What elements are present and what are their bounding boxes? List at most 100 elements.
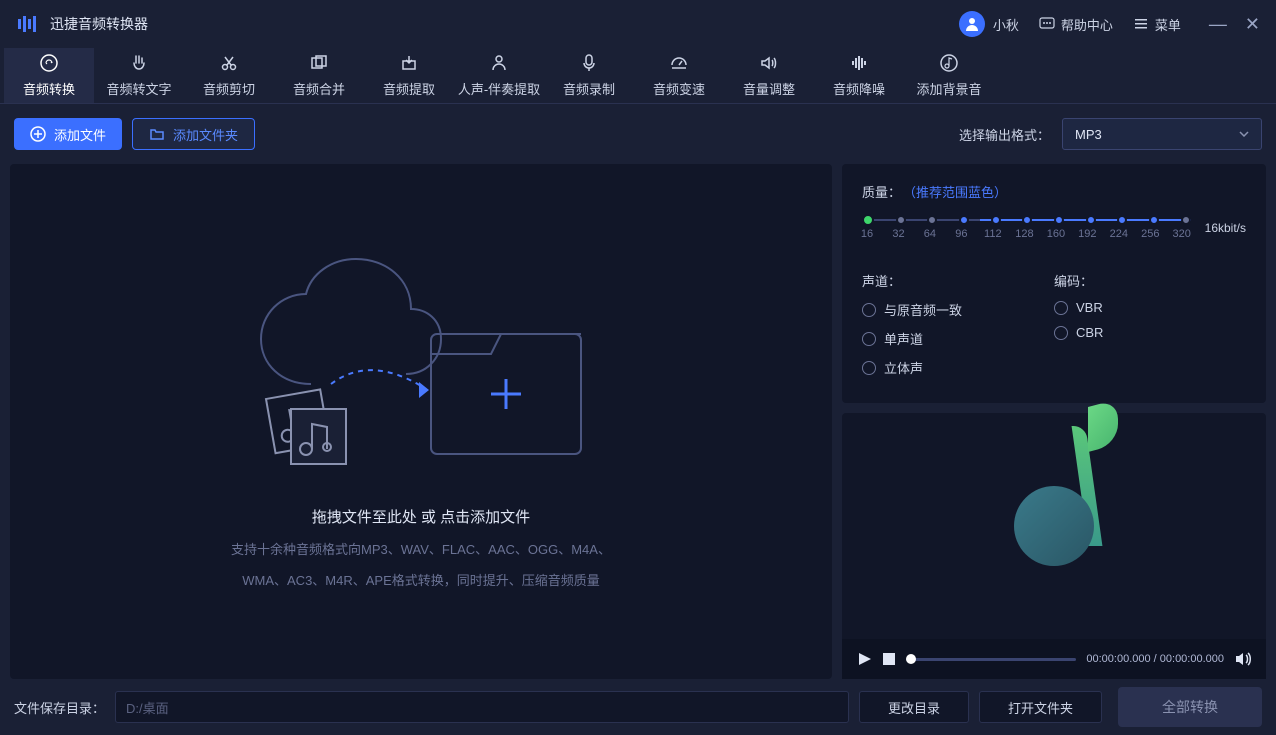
tab-label: 音频剪切	[203, 79, 255, 98]
titlebar-left: 迅捷音频转换器	[16, 13, 148, 35]
channel-title: 声道：	[862, 271, 1054, 290]
radio-channel-mono[interactable]: 单声道	[862, 329, 1054, 348]
drop-illustration	[231, 254, 611, 474]
radio-channel-same[interactable]: 与原音频一致	[862, 300, 1054, 319]
options-row: 声道： 与原音频一致 单声道 立体声 编码： VBR CBR	[862, 271, 1246, 387]
tab-noise-reduce[interactable]: 音频降噪	[814, 48, 904, 103]
toolbar-left: 添加文件 添加文件夹	[14, 118, 255, 150]
slider-thumb[interactable]	[862, 214, 874, 226]
help-label: 帮助中心	[1061, 15, 1113, 34]
tab-audio-to-text[interactable]: 音频转文字	[94, 48, 184, 103]
tab-label: 音量调整	[743, 79, 795, 98]
add-file-button[interactable]: 添加文件	[14, 118, 122, 150]
footer: 文件保存目录： D:/桌面 更改目录 打开文件夹 全部转换	[0, 679, 1276, 735]
app-logo-icon	[16, 13, 38, 35]
music-icon	[939, 53, 959, 73]
encoding-group: 编码： VBR CBR	[1054, 271, 1246, 387]
change-dir-button[interactable]: 更改目录	[859, 691, 969, 723]
app-title: 迅捷音频转换器	[50, 14, 148, 34]
extract-icon	[399, 53, 419, 73]
output-format-select[interactable]: MP3	[1062, 118, 1262, 150]
preview-box: 00:00:00.000 / 00:00:00.000	[842, 413, 1266, 679]
tab-audio-cut[interactable]: 音频剪切	[184, 48, 274, 103]
tab-label: 音频变速	[653, 79, 705, 98]
music-note-icon	[1014, 486, 1094, 566]
add-folder-button[interactable]: 添加文件夹	[132, 118, 255, 150]
slider-labels: 1632 6496 112128 160192 224256 320	[862, 228, 1191, 240]
save-path-input[interactable]: D:/桌面	[115, 691, 849, 723]
chevron-down-icon	[1239, 131, 1249, 137]
radio-channel-stereo[interactable]: 立体声	[862, 358, 1054, 377]
plus-circle-icon	[30, 126, 46, 142]
tab-label: 音频转换	[23, 79, 75, 98]
format-value: MP3	[1075, 127, 1102, 142]
preview-art	[842, 413, 1266, 639]
tab-vocal-separate[interactable]: 人声-伴奏提取	[454, 48, 544, 103]
tab-label: 音频录制	[563, 79, 615, 98]
volume-icon	[759, 53, 779, 73]
stop-button[interactable]	[882, 652, 896, 666]
side-panel: 质量： （推荐范围蓝色） 1632 6496	[842, 164, 1266, 679]
format-label: 选择输出格式：	[959, 125, 1050, 144]
tab-label: 音频提取	[383, 79, 435, 98]
open-folder-button[interactable]: 打开文件夹	[979, 691, 1102, 723]
quality-settings: 质量： （推荐范围蓝色） 1632 6496	[842, 164, 1266, 403]
tab-audio-record[interactable]: 音频录制	[544, 48, 634, 103]
avatar-icon	[959, 11, 985, 37]
encoding-title: 编码：	[1054, 271, 1246, 290]
add-folder-label: 添加文件夹	[173, 125, 238, 144]
radio-encoding-cbr[interactable]: CBR	[1054, 325, 1246, 340]
quality-hint: （推荐范围蓝色）	[903, 182, 1007, 201]
save-path-label: 文件保存目录：	[14, 698, 105, 717]
quality-slider[interactable]: 1632 6496 112128 160192 224256 320	[862, 213, 1191, 243]
play-button[interactable]	[856, 651, 872, 667]
folder-icon	[149, 126, 165, 142]
tab-label: 音频降噪	[833, 79, 885, 98]
menu-button[interactable]: 菜单	[1133, 15, 1181, 34]
tab-audio-speed[interactable]: 音频变速	[634, 48, 724, 103]
toolbar: 添加文件 添加文件夹 选择输出格式： MP3	[0, 104, 1276, 164]
tab-audio-convert[interactable]: 音频转换	[4, 48, 94, 103]
person-icon	[489, 53, 509, 73]
tab-volume[interactable]: 音量调整	[724, 48, 814, 103]
mic-icon	[579, 53, 599, 73]
drop-text-sub2: WMA、AC3、M4R、APE格式转换，同时提升、压缩音频质量	[242, 570, 600, 589]
minimize-button[interactable]: —	[1209, 14, 1227, 35]
time-display: 00:00:00.000 / 00:00:00.000	[1086, 653, 1224, 665]
progress-thumb[interactable]	[906, 654, 916, 664]
merge-icon	[309, 53, 329, 73]
volume-button[interactable]	[1234, 650, 1252, 668]
radio-encoding-vbr[interactable]: VBR	[1054, 300, 1246, 315]
player-bar: 00:00:00.000 / 00:00:00.000	[842, 639, 1266, 679]
tab-label: 音频合并	[293, 79, 345, 98]
user-info[interactable]: 小秋	[959, 11, 1019, 37]
noise-icon	[849, 53, 869, 73]
progress-bar[interactable]	[906, 658, 1076, 661]
tab-label: 添加背景音	[916, 79, 981, 98]
convert-all-button[interactable]: 全部转换	[1118, 687, 1262, 727]
drop-text-main: 拖拽文件至此处 或 点击添加文件	[312, 506, 530, 527]
feature-tabs: 音频转换 音频转文字 音频剪切 音频合并 音频提取 人声-伴奏提取 音频录制 音…	[0, 48, 1276, 104]
close-button[interactable]: ✕	[1245, 14, 1260, 35]
titlebar-right: 小秋 帮助中心 菜单 — ✕	[959, 11, 1260, 37]
quality-label: 质量：	[862, 182, 901, 201]
tab-audio-extract[interactable]: 音频提取	[364, 48, 454, 103]
window-controls: — ✕	[1209, 14, 1260, 35]
tab-label: 音频转文字	[106, 79, 171, 98]
speed-icon	[669, 53, 689, 73]
channel-group: 声道： 与原音频一致 单声道 立体声	[862, 271, 1054, 387]
add-file-label: 添加文件	[54, 125, 106, 144]
username: 小秋	[993, 15, 1019, 34]
save-path-value: D:/桌面	[126, 698, 169, 717]
scissors-icon	[219, 53, 239, 73]
tab-label: 人声-伴奏提取	[458, 79, 540, 98]
quality-slider-row: 1632 6496 112128 160192 224256 320 16kbi…	[862, 213, 1246, 243]
quality-unit: 16kbit/s	[1205, 221, 1246, 235]
tab-add-bgm[interactable]: 添加背景音	[904, 48, 994, 103]
tab-audio-merge[interactable]: 音频合并	[274, 48, 364, 103]
help-center-button[interactable]: 帮助中心	[1039, 15, 1113, 34]
hamburger-icon	[1133, 16, 1149, 32]
drop-zone[interactable]: 拖拽文件至此处 或 点击添加文件 支持十余种音频格式向MP3、WAV、FLAC、…	[10, 164, 832, 679]
quality-title: 质量： （推荐范围蓝色）	[862, 182, 1246, 201]
chat-icon	[1039, 16, 1055, 32]
